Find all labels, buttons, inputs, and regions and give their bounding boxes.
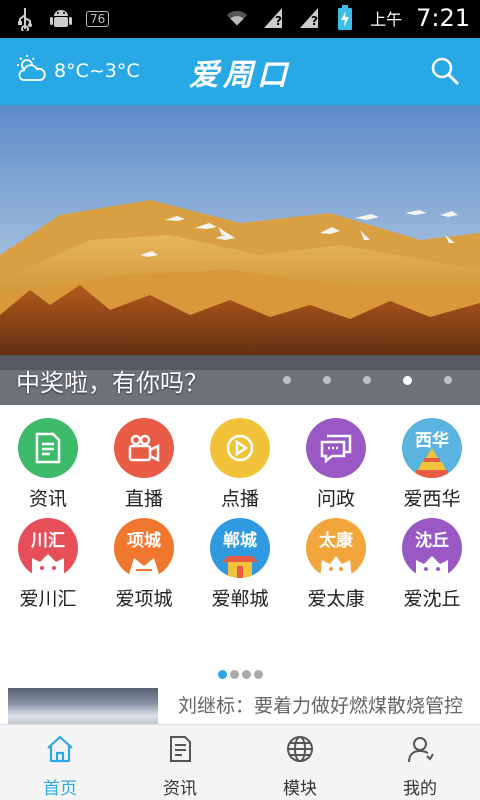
video-camera-icon (128, 434, 160, 463)
carousel-dot-active[interactable] (403, 376, 412, 385)
status-bar: 76 ? ? 上午 7:21 (0, 0, 480, 38)
app-logo-title: 爱周口 (189, 58, 291, 93)
clock-time: 7:21 (416, 4, 470, 32)
news-icon (35, 432, 61, 464)
tab-label: 我的 (403, 779, 437, 799)
home-icon (47, 735, 73, 763)
clock-ampm: 上午 (370, 10, 403, 29)
grid-item-shenqiu[interactable]: 沈丘 爱沈丘 (384, 518, 480, 611)
grid-item-dancheng[interactable]: 郸城 爱郸城 (192, 518, 288, 611)
page-dot[interactable] (242, 670, 251, 679)
news-thumbnail (8, 688, 158, 728)
banner-carousel[interactable]: 中奖啦，有你吗？ (0, 105, 480, 405)
grid-item-label: 问政 (316, 488, 355, 510)
grid-item-label: 直播 (124, 488, 163, 510)
play-icon (226, 434, 254, 462)
grid-item-live[interactable]: 直播 (96, 418, 192, 511)
globe-icon (287, 736, 313, 762)
page-dot[interactable] (230, 670, 239, 679)
carousel-dot[interactable] (363, 376, 371, 384)
carousel-dot[interactable] (444, 376, 452, 384)
grid-item-label: 爱西华 (403, 488, 461, 510)
bottom-tab-bar: 首页 资讯 模块 我的 (0, 724, 480, 800)
grid-item-vod[interactable]: 点播 (192, 418, 288, 511)
app-header: 8°C~3°C 爱周口 (0, 38, 480, 105)
grid-item-chuanhui[interactable]: 川汇 爱川汇 (0, 518, 96, 611)
signal-unknown-icon: ? (262, 5, 284, 31)
news-list-item[interactable]: 刘继标：要着力做好燃煤散烧管控工作 (0, 688, 480, 728)
grid-item-label: 爱太康 (307, 588, 365, 610)
search-icon (431, 57, 459, 85)
page-dot-active[interactable] (218, 670, 227, 679)
tab-label: 资讯 (163, 779, 197, 799)
android-icon (50, 6, 72, 32)
grid-item-label: 爱郸城 (211, 588, 269, 610)
building-icon (128, 558, 160, 578)
grid-item-xiangcheng[interactable]: 项城 爱项城 (96, 518, 192, 611)
grid-item-label: 爱沈丘 (403, 588, 461, 610)
battery-charging-icon (334, 5, 356, 31)
svg-text:?: ? (275, 14, 282, 28)
grid-item-label: 爱川汇 (19, 588, 77, 610)
temple-icon (222, 556, 258, 578)
user-icon (408, 737, 434, 763)
grid-item-news[interactable]: 资讯 (0, 418, 96, 511)
grid-item-label: 爱项城 (115, 588, 173, 610)
grid-item-xihua[interactable]: 西华 爱西华 (384, 418, 480, 511)
tab-label: 首页 (43, 779, 77, 799)
grid-page-indicator (218, 670, 263, 679)
grid-item-label: 点播 (220, 488, 259, 510)
search-button[interactable] (430, 56, 460, 86)
tab-home[interactable]: 首页 (0, 725, 120, 800)
tab-news[interactable]: 资讯 (120, 725, 240, 800)
banner-image (0, 105, 480, 405)
wifi-icon (226, 5, 248, 31)
news-title: 刘继标：要着力做好燃煤散烧管控工作 (178, 695, 464, 728)
mascot-icon (32, 554, 64, 578)
grid-item-politics[interactable]: 问政 (288, 418, 384, 511)
svg-text:?: ? (311, 14, 318, 28)
tab-mine[interactable]: 我的 (360, 725, 480, 800)
tab-label: 模块 (283, 779, 317, 799)
page-dot[interactable] (254, 670, 263, 679)
banner-caption: 中奖啦，有你吗？ (16, 369, 208, 397)
grid-item-taikang[interactable]: 太康 爱太康 (288, 518, 384, 611)
chat-icon (320, 434, 352, 463)
tab-modules[interactable]: 模块 (240, 725, 360, 800)
pagoda-icon (416, 448, 448, 478)
usb-icon (14, 6, 36, 32)
carousel-indicator (283, 376, 452, 385)
grid-item-label: 资讯 (28, 488, 67, 510)
notification-badge: 76 (86, 11, 110, 27)
mascot-icon (416, 556, 448, 578)
mascot-icon (320, 556, 352, 578)
document-icon (170, 736, 191, 762)
carousel-dot[interactable] (283, 376, 291, 384)
carousel-dot[interactable] (323, 376, 331, 384)
signal-unknown-icon-2: ? (298, 5, 320, 31)
